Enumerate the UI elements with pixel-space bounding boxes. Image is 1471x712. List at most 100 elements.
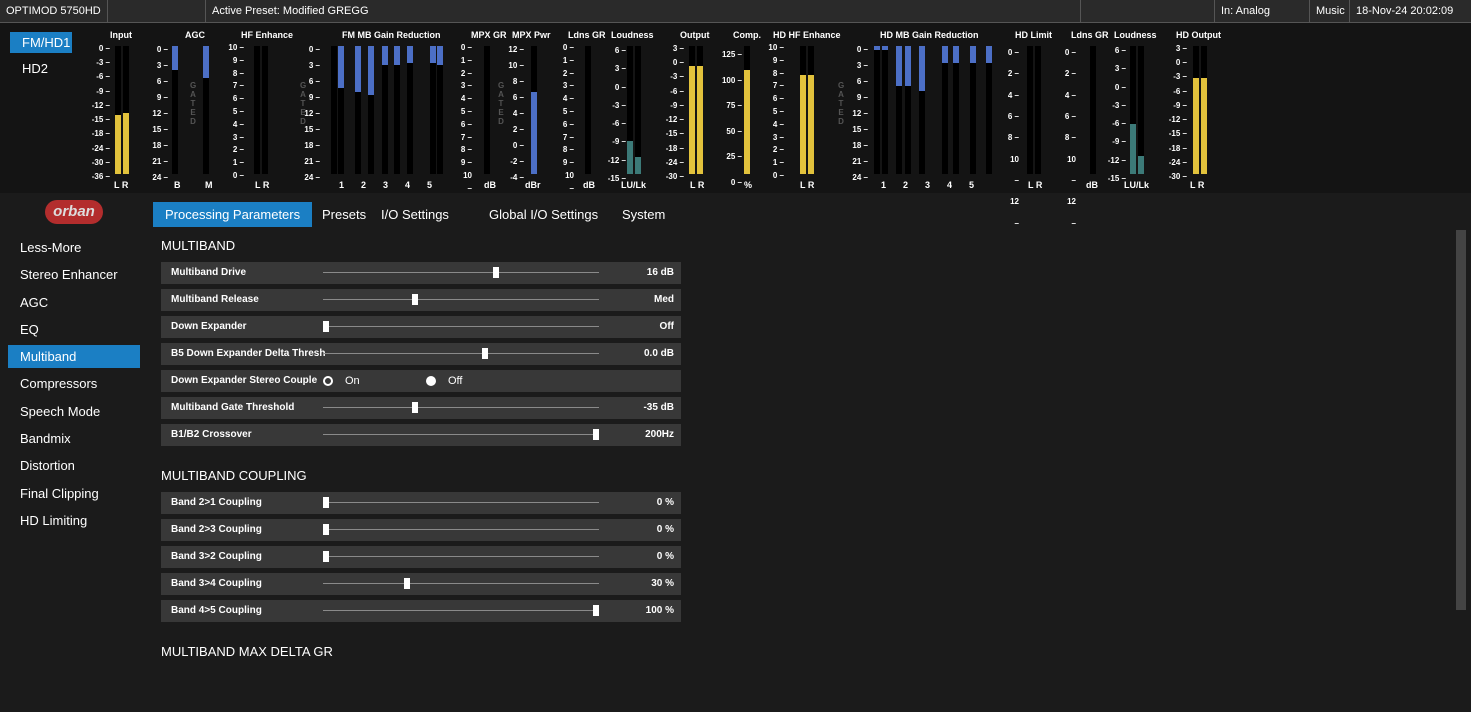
row-label: Multiband Release	[171, 294, 259, 305]
row-label: Multiband Drive	[171, 267, 247, 278]
top-status-bar: OPTIMOD 5750HD Active Preset: Modified G…	[0, 0, 1471, 23]
meter-bar	[1130, 46, 1136, 174]
slider-thumb[interactable]	[593, 429, 599, 440]
meter-bar	[874, 46, 880, 174]
sidebar-item-hd-limiting[interactable]: HD Limiting	[8, 509, 140, 536]
meter-title: HD MB Gain Reduction	[880, 30, 979, 40]
scale-tick: -12 –	[665, 115, 684, 125]
slider-track[interactable]	[323, 407, 599, 408]
tab-processing-parameters[interactable]: Processing Parameters	[153, 202, 313, 227]
scale-tick: 18 –	[304, 141, 320, 150]
scale-tick: 21 –	[152, 157, 168, 166]
meter-label: L R	[255, 180, 270, 190]
sidebar-item-stereo-enhancer[interactable]: Stereo Enhancer	[8, 263, 140, 290]
sidebar-item-bandmix[interactable]: Bandmix	[8, 427, 140, 454]
scale-tick: 18 –	[852, 141, 868, 150]
scale-tick: 6 –	[1007, 111, 1019, 121]
parameter-panel: MULTIBAND Multiband Drive 16 dB Multiband …	[161, 236, 681, 668]
scale-tick: 10 –	[1010, 154, 1019, 185]
radio-on[interactable]	[323, 376, 333, 386]
scale-tick: 0 –	[1114, 82, 1126, 92]
sidebar-item-compressors[interactable]: Compressors	[8, 372, 140, 399]
meter-fill	[123, 112, 129, 174]
sidebar-item-eq[interactable]: EQ	[8, 318, 140, 345]
scale-tick: -3 –	[612, 100, 626, 110]
sidebar-item-multiband[interactable]: Multiband	[8, 345, 140, 369]
slider-thumb[interactable]	[593, 605, 599, 616]
scale-tick: 2 –	[1007, 69, 1019, 79]
slider-track[interactable]	[323, 272, 599, 273]
tab-system[interactable]: System	[610, 202, 677, 227]
scale-tick: 5 –	[562, 106, 574, 116]
slider-track[interactable]	[323, 434, 599, 435]
slider-thumb[interactable]	[412, 294, 419, 305]
meter-label: M	[205, 180, 213, 190]
tab-presets[interactable]: Presets	[310, 202, 378, 227]
slider-track[interactable]	[323, 299, 599, 300]
slider-thumb[interactable]	[404, 578, 410, 589]
scale-tick: 3 –	[562, 81, 574, 91]
meter-fill	[874, 46, 880, 50]
meter-fill	[172, 46, 178, 71]
meter-scale: 0 – 1 – 2 – 3 – 4 – 5 – 6 – 7 – 8 – 9 – 10 –	[458, 42, 472, 196]
slider-track[interactable]	[323, 326, 599, 327]
row-value: 0.0 dB	[643, 348, 674, 359]
scale-tick: 75 –	[726, 101, 742, 111]
slider-track[interactable]	[323, 556, 599, 557]
radio-off[interactable]	[426, 376, 436, 386]
tab-global-io-settings[interactable]: Global I/O Settings	[477, 202, 610, 227]
sidebar-item-final-clipping[interactable]: Final Clipping	[8, 482, 140, 509]
slider-thumb[interactable]	[323, 497, 329, 508]
slider-track[interactable]	[323, 353, 599, 354]
slider-thumb[interactable]	[493, 267, 500, 278]
sidebar-item-distortion[interactable]: Distortion	[8, 454, 140, 481]
slider-track[interactable]	[323, 502, 599, 503]
meter-fill	[382, 46, 388, 66]
scale-tick: 8 –	[562, 145, 574, 155]
meter-bar	[437, 46, 443, 174]
scale-tick: 8 –	[772, 68, 784, 78]
scale-tick: 0 –	[614, 82, 626, 92]
sidebar-item-less-more[interactable]: Less-More	[8, 236, 140, 263]
scale-tick: 0 –	[856, 45, 868, 54]
scale-tick: 6 –	[460, 119, 472, 129]
slider-track[interactable]	[323, 610, 599, 611]
content-scrollbar[interactable]	[1456, 230, 1466, 610]
sidebar-item-agc[interactable]: AGC	[8, 291, 140, 318]
scale-tick: -18 –	[1168, 143, 1187, 153]
meter-title: Input	[110, 30, 132, 40]
row-value: 0 %	[656, 497, 674, 508]
scale-tick: -4 –	[510, 173, 524, 182]
meter-fill	[407, 46, 413, 63]
meter-scale: 3 – 0 – -3 – -6 – -9 – -12 – -15 – -18 – -24 – -3…	[658, 42, 684, 184]
meter-bar	[123, 46, 129, 174]
scale-tick: -36 –	[91, 171, 110, 181]
slider-thumb[interactable]	[323, 524, 329, 535]
row-label: Band 2>1 Coupling	[171, 497, 262, 508]
mode-hd2[interactable]: HD2	[10, 58, 72, 79]
slider-thumb[interactable]	[482, 348, 489, 359]
slider-thumb[interactable]	[412, 402, 419, 413]
meter-label: 4	[947, 180, 953, 190]
meter-label: L R	[690, 180, 705, 190]
meter-bar	[262, 46, 268, 174]
tab-io-settings[interactable]: I/O Settings	[369, 202, 461, 227]
sidebar-item-speech-mode[interactable]: Speech Mode	[8, 400, 140, 427]
slider-track[interactable]	[323, 583, 599, 584]
meter-bar	[203, 46, 209, 174]
meter-label: 5	[427, 180, 433, 190]
mode-fm-hd1[interactable]: FM/HD1	[10, 32, 72, 53]
slider-track[interactable]	[323, 529, 599, 530]
row-label: Down Expander Stereo Couple	[171, 375, 318, 386]
radio-on-label: On	[345, 375, 360, 387]
scale-tick: 6 –	[512, 93, 524, 102]
scale-tick: -12 –	[1168, 115, 1187, 125]
meter-title: HF Enhance	[241, 30, 294, 40]
slider-row: Multiband Gate Threshold -35 dB	[161, 397, 681, 419]
slider-thumb[interactable]	[323, 321, 329, 332]
slider-thumb[interactable]	[323, 551, 329, 562]
meter-title: MPX GR	[471, 30, 507, 40]
meter-label: 1	[339, 180, 345, 190]
meter-label: 2	[361, 180, 367, 190]
meter-fill	[970, 46, 976, 63]
